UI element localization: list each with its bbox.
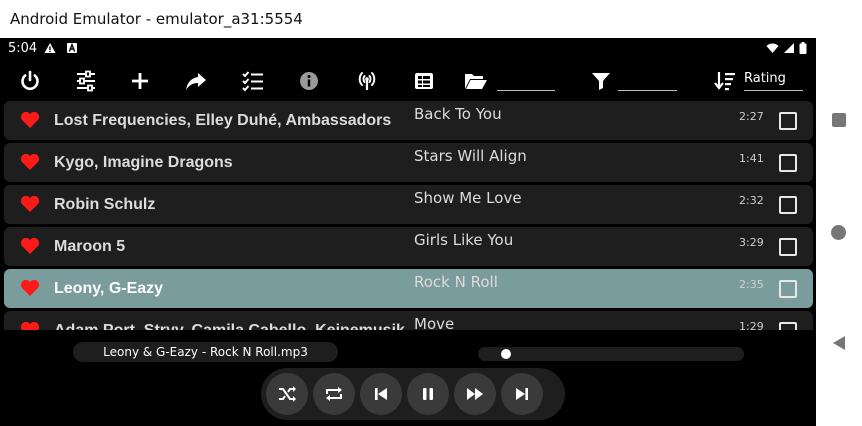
add-button[interactable] <box>123 66 157 96</box>
repeat-button[interactable] <box>313 373 355 415</box>
track-row[interactable]: Kygo, Imagine Dragons Stars Will Align 1… <box>4 143 813 182</box>
track-artist: Lost Frequencies, Elley Duhé, Ambassador… <box>54 112 392 129</box>
filter-button[interactable] <box>584 66 618 96</box>
track-checkbox[interactable] <box>779 196 797 214</box>
add-icon <box>132 73 148 89</box>
sort-button[interactable] <box>708 66 742 96</box>
track-title: Back To You <box>414 105 502 123</box>
notification-a-icon <box>67 42 77 53</box>
fast-forward-icon <box>467 388 483 400</box>
heart-icon[interactable] <box>20 195 40 213</box>
sort-underline <box>744 90 803 91</box>
track-row[interactable]: Adam Port, Stryv, Camila Cabello, Keinem… <box>4 311 813 330</box>
heart-icon[interactable] <box>20 321 40 330</box>
share-icon <box>186 73 206 90</box>
track-title: Move <box>414 315 455 330</box>
track-duration: 2:27 <box>739 110 764 123</box>
pause-icon <box>423 388 433 400</box>
checklist-button[interactable] <box>236 66 270 96</box>
previous-button[interactable] <box>360 373 402 415</box>
checklist-icon <box>242 71 263 92</box>
window-title: Android Emulator - emulator_a31:5554 <box>10 10 303 28</box>
track-artist: Leony, G-Eazy <box>54 280 164 297</box>
track-duration: 3:29 <box>739 236 764 249</box>
track-artist: Maroon 5 <box>54 238 126 255</box>
track-checkbox[interactable] <box>779 154 797 172</box>
equalizer-icon <box>77 70 95 92</box>
track-duration: 1:41 <box>739 152 764 165</box>
emulator-screen: 5:04 Rating Lost Frequencies, Elley Duhé… <box>0 38 816 426</box>
track-checkbox[interactable] <box>779 322 797 330</box>
playlist-icon <box>415 73 433 89</box>
folder-underline <box>497 90 555 91</box>
heart-icon[interactable] <box>20 237 40 255</box>
folder-icon <box>465 74 487 89</box>
fast-forward-button[interactable] <box>454 373 496 415</box>
heart-icon[interactable] <box>20 279 40 297</box>
seek-bar[interactable] <box>478 347 744 361</box>
track-title: Rock N Roll <box>414 273 498 291</box>
heart-icon[interactable] <box>20 111 40 129</box>
folder-button[interactable] <box>459 66 493 96</box>
track-title: Stars Will Align <box>414 147 527 165</box>
track-list: Lost Frequencies, Elley Duhé, Ambassador… <box>0 100 816 330</box>
signal-icon <box>784 43 794 53</box>
share-button[interactable] <box>179 66 213 96</box>
filter-icon <box>592 73 610 90</box>
power-icon <box>21 70 39 90</box>
seek-knob[interactable] <box>501 349 511 359</box>
track-title: Show Me Love <box>414 189 522 207</box>
track-row[interactable]: Lost Frequencies, Elley Duhé, Ambassador… <box>4 101 813 140</box>
broadcast-icon <box>358 72 376 90</box>
track-row-selected[interactable]: Leony, G-Eazy Rock N Roll 2:35 <box>4 269 813 308</box>
track-artist: Kygo, Imagine Dragons <box>54 154 233 171</box>
warning-icon <box>44 43 56 53</box>
filter-underline <box>618 90 677 91</box>
info-icon <box>300 72 318 90</box>
sort-label[interactable]: Rating <box>744 71 786 86</box>
shuffle-button[interactable] <box>266 373 308 415</box>
track-artist: Adam Port, Stryv, Camila Cabello, Keinem… <box>54 322 405 330</box>
info-button[interactable] <box>292 66 326 96</box>
previous-icon <box>375 388 387 400</box>
emulator-nav-bar <box>816 38 862 426</box>
status-time: 5:04 <box>8 41 38 56</box>
shuffle-icon <box>279 386 296 402</box>
track-duration: 2:32 <box>739 194 764 207</box>
repeat-icon <box>326 387 342 401</box>
status-bar: 5:04 <box>0 38 816 60</box>
wifi-icon <box>766 43 779 53</box>
next-button[interactable] <box>501 373 543 415</box>
home-icon[interactable] <box>831 225 846 240</box>
playlist-button[interactable] <box>407 66 441 96</box>
playback-controls <box>261 368 565 420</box>
back-icon[interactable] <box>831 335 847 351</box>
track-duration: 1:29 <box>739 320 764 330</box>
recents-icon[interactable] <box>832 113 846 127</box>
now-playing-label: Leony & G-Eazy - Rock N Roll.mp3 <box>73 342 338 362</box>
player-bar: Leony & G-Eazy - Rock N Roll.mp3 <box>0 330 816 426</box>
pause-button[interactable] <box>407 373 449 415</box>
track-duration: 2:35 <box>739 278 764 291</box>
toolbar: Rating <box>0 60 816 102</box>
track-checkbox[interactable] <box>779 280 797 298</box>
track-artist: Robin Schulz <box>54 196 156 213</box>
battery-icon <box>799 42 807 54</box>
next-icon <box>516 388 528 400</box>
track-row[interactable]: Maroon 5 Girls Like You 3:29 <box>4 227 813 266</box>
heart-icon[interactable] <box>20 153 40 171</box>
broadcast-button[interactable] <box>350 66 384 96</box>
track-title: Girls Like You <box>414 231 514 249</box>
sort-icon <box>714 72 735 91</box>
track-checkbox[interactable] <box>779 112 797 130</box>
power-button[interactable] <box>13 66 47 96</box>
window-titlebar: Android Emulator - emulator_a31:5554 <box>0 0 862 38</box>
equalizer-button[interactable] <box>69 66 103 96</box>
track-checkbox[interactable] <box>779 238 797 256</box>
track-row[interactable]: Robin Schulz Show Me Love 2:32 <box>4 185 813 224</box>
